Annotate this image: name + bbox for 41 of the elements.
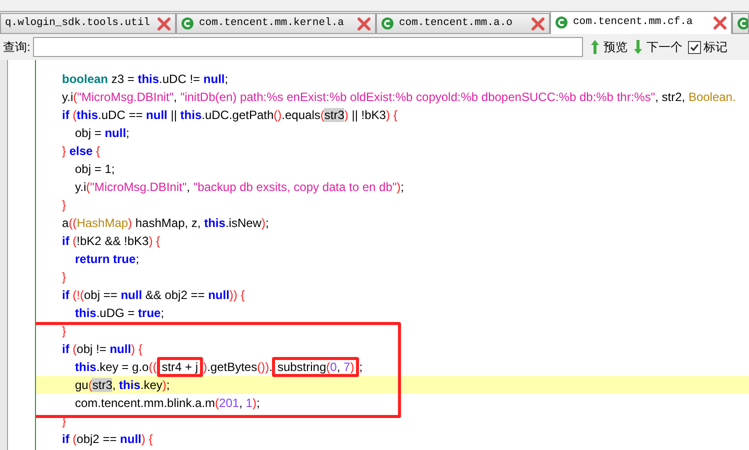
close-icon[interactable] [357,16,371,30]
code-line: y.i("MicroMsg.DBInit", "backup db exsits, copy data to en db"); [75,180,404,194]
previous-button[interactable]: 预览 [590,38,628,56]
code-line: obj = null; [75,126,130,140]
editor-tab[interactable]: q.wlogin_sdk.tools.util [0,13,176,34]
up-arrow-icon [590,39,600,55]
code-line: } else { [62,144,100,158]
checkbox[interactable] [688,40,702,54]
search-field[interactable] [33,37,584,57]
code-line: return true; [75,252,140,266]
code-line: gu(str3, this.key); [75,378,170,392]
tab-label: com.tencent.mm.cf.a [573,14,694,30]
tab-label: com.tencent.mm.kernel.a [199,16,345,31]
close-icon[interactable] [531,16,545,30]
code-line: this.uDG = true; [75,306,164,320]
close-icon[interactable] [157,16,171,30]
code-line: } [62,198,66,212]
next-button[interactable]: 下一个 [633,38,682,56]
code-line: if (!(obj == null && obj2 == null)) { [62,288,245,302]
tab-label: q.wlogin_sdk.tools.util [5,16,151,31]
code-line: if (obj != null) { [62,342,142,356]
editor-tab[interactable]: com.tencent.mm.kernel.a [176,13,376,34]
code-line: if (!bK2 && !bK3) { [62,234,160,248]
code-line: } [62,270,66,284]
code-line: boolean z3 = this.uDC != null; [62,72,228,86]
code-line: com.tencent.mm.blink.a.m(201, 1); [75,396,260,410]
code-line: } [62,324,66,338]
code-line: if (obj2 == null) { [62,432,153,446]
editor-tab[interactable]: com.tencent.mm.cf.a [550,12,732,34]
code-line: obj = 1; [75,162,115,176]
checkbox-label: 标记 [703,39,728,56]
editor-tab[interactable] [732,13,749,34]
code-line: if (this.uDC == null || this.uDC.getPath().equals(str3) || !bK3) { [62,108,398,122]
close-icon[interactable] [713,16,727,30]
down-arrow-icon [633,39,644,55]
editor-tab[interactable]: com.tencent.mm.a.o [376,13,550,34]
code-line: this.key = g.o(( str4 + j ).getBytes()). substring(0, 7) ; [75,360,363,374]
code-line: a((HashMap) hashMap, z, this.isNew); [62,216,269,230]
tab-label: com.tencent.mm.a.o [399,16,514,31]
code-line: y.i("MicroMsg.DBInit", "initDb(en) path:%s enExist:%b oldExist:%b copyold:%b dbopenSUCC:%b db:%b thr:%s", str2, Boolean. [62,90,736,104]
search-label: 查询: [3,39,30,56]
